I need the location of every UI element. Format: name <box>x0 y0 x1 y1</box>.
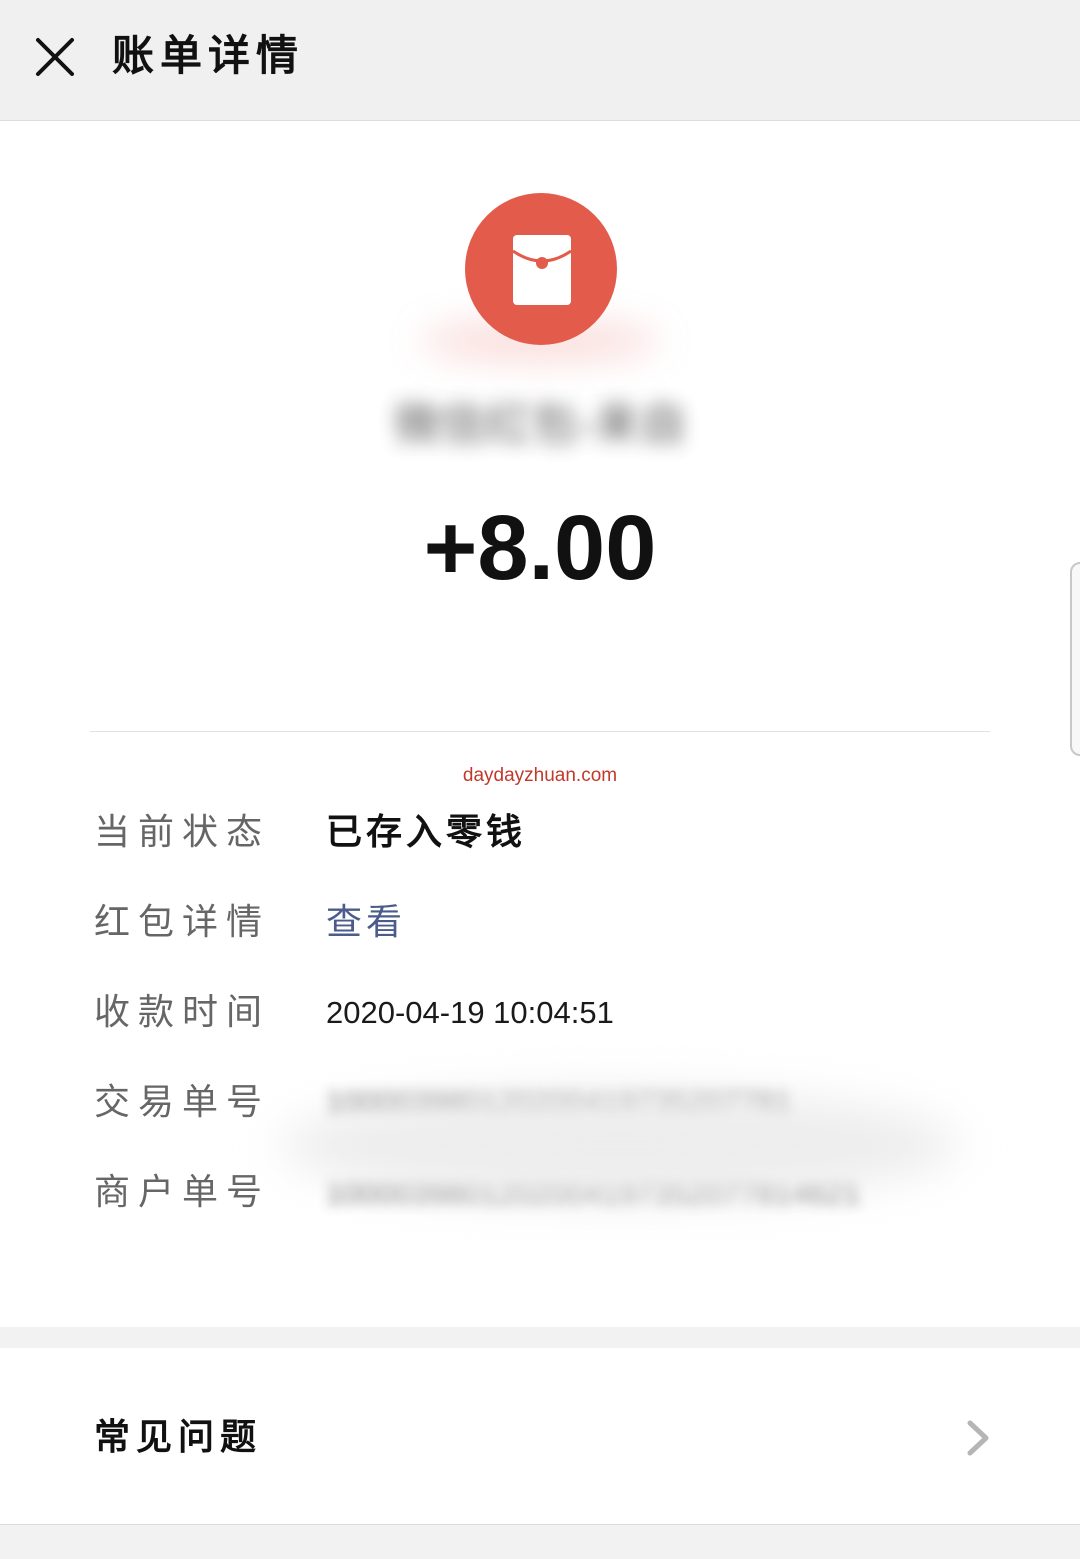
page-title: 账单详情 <box>112 31 305 80</box>
divider <box>90 731 990 732</box>
view-envelope-link[interactable]: 查看 <box>326 893 406 953</box>
top-bar: 账单详情 <box>0 0 1080 121</box>
redaction-blur <box>280 1090 960 1200</box>
watermark-text: daydayzhuan.com <box>462 765 618 786</box>
scrollbar-handle[interactable] <box>1070 562 1080 756</box>
amount: +8.00 <box>423 497 657 599</box>
row-status: 当前状态 已存入零钱 <box>0 803 1080 863</box>
receive-time-value: 2020-04-19 10:04:51 <box>326 995 614 1030</box>
close-icon[interactable] <box>28 30 82 84</box>
merchant-number-label: 商户单号 <box>94 1172 271 1213</box>
red-envelope-icon <box>465 193 617 345</box>
row-envelope-detail: 红包详情 查看 <box>0 893 1080 953</box>
status-value: 已存入零钱 <box>326 812 527 853</box>
receive-time-label: 收款时间 <box>94 992 271 1033</box>
payer-name-redacted: 微信红包-来自 <box>393 397 687 451</box>
envelope-detail-label: 红包详情 <box>94 902 271 943</box>
chevron-right-icon <box>960 1418 996 1458</box>
row-receive-time: 收款时间 2020-04-19 10:04:51 <box>0 983 1080 1043</box>
status-label: 当前状态 <box>94 812 271 853</box>
faq-row[interactable]: 常见问题 <box>0 1348 1080 1525</box>
transaction-number-label: 交易单号 <box>94 1082 271 1123</box>
faq-label: 常见问题 <box>94 1417 263 1458</box>
